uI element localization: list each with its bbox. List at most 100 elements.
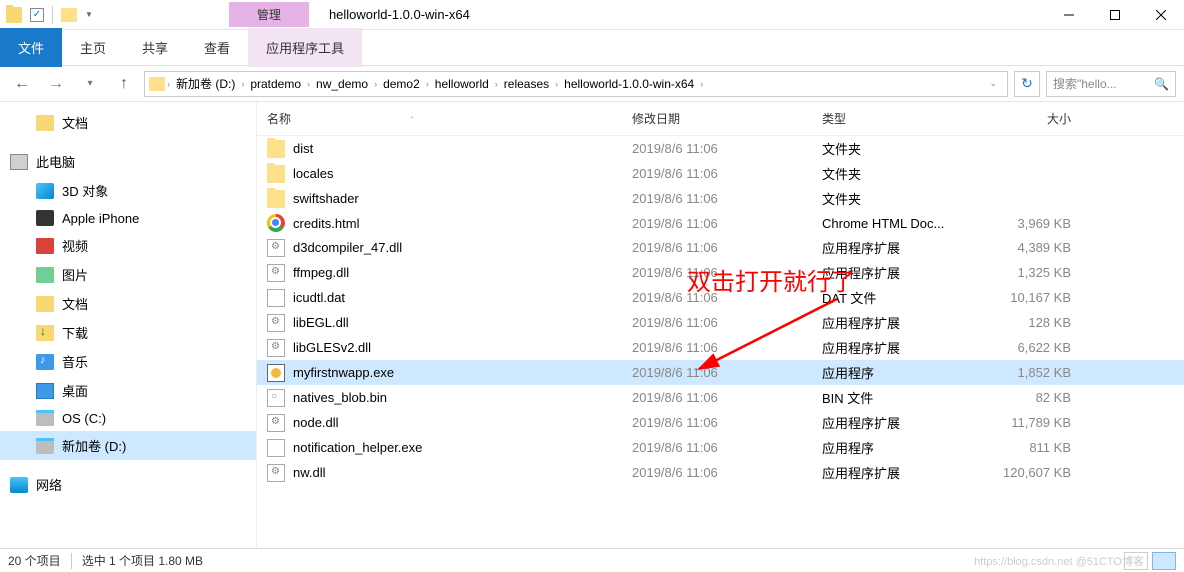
file-row[interactable]: ffmpeg.dll2019/8/6 11:06应用程序扩展1,325 KB xyxy=(257,260,1184,285)
file-icon xyxy=(267,214,285,232)
tab-file[interactable]: 文件 xyxy=(0,28,62,67)
file-date: 2019/8/6 11:06 xyxy=(632,315,822,330)
sidebar-item-label: 桌面 xyxy=(62,381,88,400)
file-row[interactable]: natives_blob.bin2019/8/6 11:06BIN 文件82 K… xyxy=(257,385,1184,410)
file-row[interactable]: myfirstnwapp.exe2019/8/6 11:06应用程序1,852 … xyxy=(257,360,1184,385)
chevron-right-icon[interactable]: › xyxy=(374,79,377,89)
chevron-right-icon[interactable]: › xyxy=(495,79,498,89)
back-button[interactable]: ← xyxy=(8,70,36,98)
chevron-right-icon[interactable]: › xyxy=(700,79,703,89)
file-name: d3dcompiler_47.dll xyxy=(293,240,402,255)
sidebar-item[interactable]: 视频 xyxy=(0,231,256,260)
file-row[interactable]: notification_helper.exe2019/8/6 11:06应用程… xyxy=(257,435,1184,460)
file-icon xyxy=(267,264,285,282)
sidebar-item-label: 此电脑 xyxy=(36,152,75,171)
file-type: Chrome HTML Doc... xyxy=(822,216,987,231)
minimize-button[interactable] xyxy=(1046,0,1092,30)
file-type: 文件夹 xyxy=(822,164,987,183)
sidebar-item[interactable]: Apple iPhone xyxy=(0,205,256,231)
column-date[interactable]: 修改日期 xyxy=(632,110,822,127)
search-input[interactable]: 搜索"hello... 🔍 xyxy=(1046,71,1176,97)
dl-icon xyxy=(36,325,54,341)
qat-newfolder-icon[interactable] xyxy=(61,8,77,22)
file-icon xyxy=(267,464,285,482)
maximize-button[interactable] xyxy=(1092,0,1138,30)
breadcrumb-segment[interactable]: 新加卷 (D:) xyxy=(172,75,239,92)
qat-properties-check[interactable]: ✓ xyxy=(30,8,44,22)
3d-icon xyxy=(36,183,54,199)
file-row[interactable]: swiftshader2019/8/6 11:06文件夹 xyxy=(257,186,1184,211)
breadcrumb-segment[interactable]: nw_demo xyxy=(312,77,372,91)
file-row[interactable]: node.dll2019/8/6 11:06应用程序扩展11,789 KB xyxy=(257,410,1184,435)
breadcrumb-segment[interactable]: demo2 xyxy=(379,77,424,91)
sidebar-item[interactable]: 下载 xyxy=(0,318,256,347)
file-date: 2019/8/6 11:06 xyxy=(632,240,822,255)
tab-view[interactable]: 查看 xyxy=(186,28,248,67)
chevron-right-icon[interactable]: › xyxy=(426,79,429,89)
file-row[interactable]: nw.dll2019/8/6 11:06应用程序扩展120,607 KB xyxy=(257,460,1184,485)
qat-customize-chevron[interactable]: ▼ xyxy=(85,10,93,19)
watermark: https://blog.csdn.net @51CTO博客 xyxy=(974,553,1144,569)
sidebar-item[interactable]: 文档 xyxy=(0,108,256,137)
list-view-button[interactable] xyxy=(1152,552,1176,570)
chevron-right-icon[interactable]: › xyxy=(241,79,244,89)
sidebar-item[interactable]: OS (C:) xyxy=(0,405,256,431)
sidebar-item[interactable]: 音乐 xyxy=(0,347,256,376)
breadcrumb-segment[interactable]: releases xyxy=(500,77,553,91)
net-icon xyxy=(10,477,28,493)
file-row[interactable]: credits.html2019/8/6 11:06Chrome HTML Do… xyxy=(257,211,1184,235)
tab-apptools[interactable]: 应用程序工具 xyxy=(248,28,362,67)
chevron-right-icon[interactable]: › xyxy=(307,79,310,89)
address-dropdown[interactable]: ⌄ xyxy=(983,78,1003,89)
breadcrumb-segment[interactable]: pratdemo xyxy=(246,77,305,91)
up-button[interactable]: ↑ xyxy=(110,70,138,98)
file-date: 2019/8/6 11:06 xyxy=(632,290,822,305)
tab-home[interactable]: 主页 xyxy=(62,28,124,67)
file-icon xyxy=(267,414,285,432)
sidebar-item-label: 文档 xyxy=(62,294,88,313)
sidebar-item[interactable]: 此电脑 xyxy=(0,147,256,176)
refresh-button[interactable]: ↻ xyxy=(1014,71,1040,97)
pics-icon xyxy=(36,267,54,283)
column-size[interactable]: 大小 xyxy=(987,110,1087,127)
navigation-pane: 文档此电脑3D 对象Apple iPhone视频图片文档下载音乐桌面OS (C:… xyxy=(0,102,257,554)
sidebar-item-label: 新加卷 (D:) xyxy=(62,436,126,455)
sidebar-item-label: 图片 xyxy=(62,265,88,284)
chevron-right-icon[interactable]: › xyxy=(555,79,558,89)
column-type[interactable]: 类型 xyxy=(822,110,987,127)
file-size: 6,622 KB xyxy=(987,340,1087,355)
sidebar-item[interactable]: 网络 xyxy=(0,470,256,499)
sidebar-item[interactable]: 桌面 xyxy=(0,376,256,405)
file-row[interactable]: dist2019/8/6 11:06文件夹 xyxy=(257,136,1184,161)
file-name: myfirstnwapp.exe xyxy=(293,365,394,380)
chevron-right-icon[interactable]: › xyxy=(167,79,170,89)
file-row[interactable]: locales2019/8/6 11:06文件夹 xyxy=(257,161,1184,186)
breadcrumb-segment[interactable]: helloworld xyxy=(431,77,493,91)
file-name: notification_helper.exe xyxy=(293,440,422,455)
sidebar-item[interactable]: 文档 xyxy=(0,289,256,318)
app-icon[interactable] xyxy=(6,7,22,23)
sidebar-item[interactable]: 3D 对象 xyxy=(0,176,256,205)
file-row[interactable]: libEGL.dll2019/8/6 11:06应用程序扩展128 KB xyxy=(257,310,1184,335)
manage-contextual-tab[interactable]: 管理 xyxy=(229,2,309,27)
file-row[interactable]: icudtl.dat2019/8/6 11:06DAT 文件10,167 KB xyxy=(257,285,1184,310)
file-size: 120,607 KB xyxy=(987,465,1087,480)
file-date: 2019/8/6 11:06 xyxy=(632,191,822,206)
file-row[interactable]: d3dcompiler_47.dll2019/8/6 11:06应用程序扩展4,… xyxy=(257,235,1184,260)
file-date: 2019/8/6 11:06 xyxy=(632,216,822,231)
breadcrumb-segment[interactable]: helloworld-1.0.0-win-x64 xyxy=(560,77,698,91)
file-name: node.dll xyxy=(293,415,339,430)
tab-share[interactable]: 共享 xyxy=(124,28,186,67)
file-icon xyxy=(267,339,285,357)
address-row: ← → ▾ ↑ › 新加卷 (D:)›pratdemo›nw_demo›demo… xyxy=(0,66,1184,102)
address-bar[interactable]: › 新加卷 (D:)›pratdemo›nw_demo›demo2›hellow… xyxy=(144,71,1008,97)
history-dropdown[interactable]: ▾ xyxy=(76,70,104,98)
forward-button[interactable]: → xyxy=(42,70,70,98)
file-icon xyxy=(267,314,285,332)
column-name[interactable]: 名称ˆ xyxy=(267,110,632,127)
sidebar-item[interactable]: 图片 xyxy=(0,260,256,289)
sidebar-item[interactable]: 新加卷 (D:) xyxy=(0,431,256,460)
close-button[interactable] xyxy=(1138,0,1184,30)
file-row[interactable]: libGLESv2.dll2019/8/6 11:06应用程序扩展6,622 K… xyxy=(257,335,1184,360)
file-type: BIN 文件 xyxy=(822,388,987,407)
